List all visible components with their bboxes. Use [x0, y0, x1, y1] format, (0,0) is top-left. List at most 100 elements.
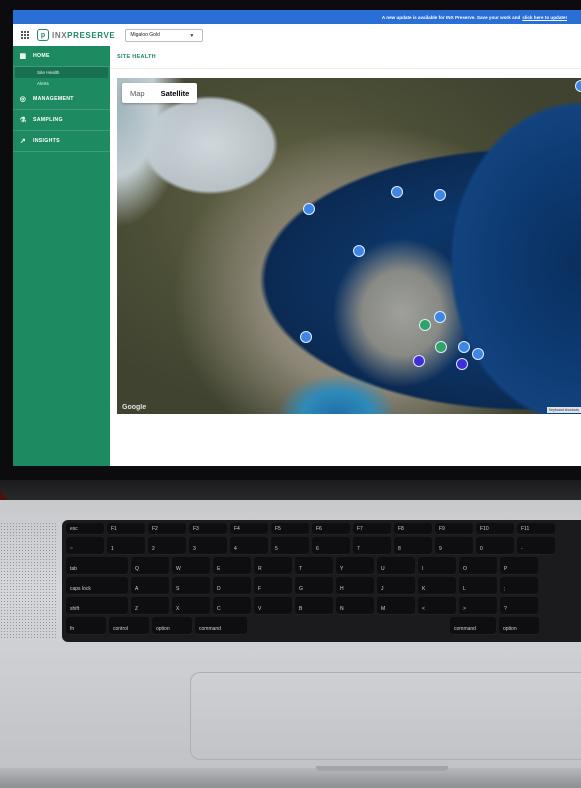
- site-marker[interactable]: [391, 186, 403, 198]
- key-c: C: [213, 597, 251, 615]
- key-f2: F2: [148, 523, 186, 535]
- keyboard: esc F1 F2 F3 F4 F5 F6 F7 F8 F9 F10 F11 ~1 2 3 4 5 6 7 8 9 0- t…: [62, 520, 581, 642]
- map-type-satellite[interactable]: Satellite: [153, 83, 198, 103]
- update-banner: A new update is available for INX Preser…: [13, 10, 581, 24]
- key-p: P: [500, 557, 538, 575]
- key-i: I: [418, 557, 456, 575]
- sidebar-subitem-site-health[interactable]: Site Health: [15, 67, 108, 78]
- target-icon: ◎: [19, 96, 27, 103]
- key--: ~: [66, 537, 104, 555]
- lid-notch: [316, 766, 448, 771]
- key-f10: F10: [476, 523, 514, 535]
- key-f8: F8: [394, 523, 432, 535]
- site-marker[interactable]: [458, 341, 470, 353]
- key-w: W: [172, 557, 210, 575]
- site-select-value: Migaloo Gold: [130, 32, 160, 38]
- key-6: 6: [312, 537, 350, 555]
- sidebar-item-sampling[interactable]: ⚗ SAMPLING: [13, 110, 110, 131]
- site-marker-healthy[interactable]: [419, 319, 431, 331]
- key-g: G: [295, 577, 333, 595]
- satellite-map[interactable]: Map Satellite Google Keyboard shortcuts: [117, 78, 581, 414]
- laptop-hinge: [0, 480, 581, 502]
- key-f11: F11: [517, 523, 555, 535]
- site-marker[interactable]: [300, 331, 312, 343]
- key-f: F: [254, 577, 292, 595]
- chevron-down-icon: ▼: [189, 32, 195, 39]
- site-marker[interactable]: [303, 203, 315, 215]
- site-marker[interactable]: [353, 245, 365, 257]
- site-marker-alert[interactable]: [456, 358, 468, 370]
- key-option: option: [499, 617, 539, 635]
- logo-mark: p: [37, 29, 49, 41]
- update-link[interactable]: click here to update!: [522, 15, 567, 20]
- app-screen: A new update is available for INX Preser…: [13, 10, 581, 466]
- laptop-front: [0, 768, 581, 788]
- key-0: 0: [476, 537, 514, 555]
- speaker-grille: [0, 522, 58, 640]
- key--: ?: [500, 597, 538, 615]
- sidebar-item-insights[interactable]: ↗ INSIGHTS: [13, 131, 110, 152]
- trend-icon: ↗: [19, 138, 27, 145]
- site-marker-alert[interactable]: [413, 355, 425, 367]
- key-option: option: [152, 617, 192, 635]
- apps-grid-icon[interactable]: [21, 31, 29, 39]
- google-attribution: Google: [122, 404, 147, 411]
- key-f7: F7: [353, 523, 391, 535]
- key-d: D: [213, 577, 251, 595]
- key-command: command: [195, 617, 247, 635]
- keyboard-shortcuts-link[interactable]: Keyboard shortcuts: [546, 407, 581, 413]
- key-8: 8: [394, 537, 432, 555]
- key-y: Y: [336, 557, 374, 575]
- key-7: 7: [353, 537, 391, 555]
- sidebar-item-management[interactable]: ◎ MANAGEMENT: [13, 89, 110, 110]
- key-fn: fn: [66, 617, 106, 635]
- sidebar-item-home[interactable]: ▦ HOME: [13, 46, 110, 67]
- key--: <: [418, 597, 456, 615]
- key--: >: [459, 597, 497, 615]
- site-marker[interactable]: [434, 189, 446, 201]
- key-l: L: [459, 577, 497, 595]
- key-r: R: [254, 557, 292, 575]
- key-f9: F9: [435, 523, 473, 535]
- map-type-map[interactable]: Map: [122, 83, 153, 103]
- site-select[interactable]: Migaloo Gold ▼: [125, 28, 204, 42]
- key-h: H: [336, 577, 374, 595]
- sidebar-subitem-alerts[interactable]: Alerts: [13, 78, 110, 89]
- key-n: N: [336, 597, 374, 615]
- key-tab: tab: [66, 557, 128, 575]
- key-caps-lock: caps lock: [66, 577, 128, 595]
- key-f6: F6: [312, 523, 350, 535]
- map-type-toggle: Map Satellite: [122, 83, 198, 103]
- key--: ;: [500, 577, 538, 595]
- key-t: T: [295, 557, 333, 575]
- site-marker[interactable]: [575, 80, 581, 92]
- key-k: K: [418, 577, 456, 595]
- key-u: U: [377, 557, 415, 575]
- site-marker[interactable]: [434, 311, 446, 323]
- key-control: control: [109, 617, 149, 635]
- key-s: S: [172, 577, 210, 595]
- trackpad: [190, 672, 581, 760]
- key-esc: esc: [66, 523, 104, 535]
- key-e: E: [213, 557, 251, 575]
- key-v: V: [254, 597, 292, 615]
- key-f3: F3: [189, 523, 227, 535]
- key-x: X: [172, 597, 210, 615]
- logo-text: INXPRESERVE: [52, 30, 116, 40]
- key-4: 4: [230, 537, 268, 555]
- key-5: 5: [271, 537, 309, 555]
- app-logo[interactable]: p INXPRESERVE: [37, 29, 115, 41]
- key-j: J: [377, 577, 415, 595]
- key-b: B: [295, 597, 333, 615]
- key-shift: shift: [66, 597, 128, 615]
- site-marker[interactable]: [472, 348, 484, 360]
- key-a: A: [131, 577, 169, 595]
- sidebar: ▦ HOME Site Health Alerts ◎ MANAGEMENT ⚗…: [13, 46, 110, 466]
- key--: -: [517, 537, 555, 555]
- key-1: 1: [107, 537, 145, 555]
- site-marker-healthy[interactable]: [435, 341, 447, 353]
- key-3: 3: [189, 537, 227, 555]
- key-f1: F1: [107, 523, 145, 535]
- main-content: SITE HEALTH Map Satellite Google Keyboar…: [110, 46, 581, 466]
- app-header: p INXPRESERVE Migaloo Gold ▼: [13, 24, 581, 47]
